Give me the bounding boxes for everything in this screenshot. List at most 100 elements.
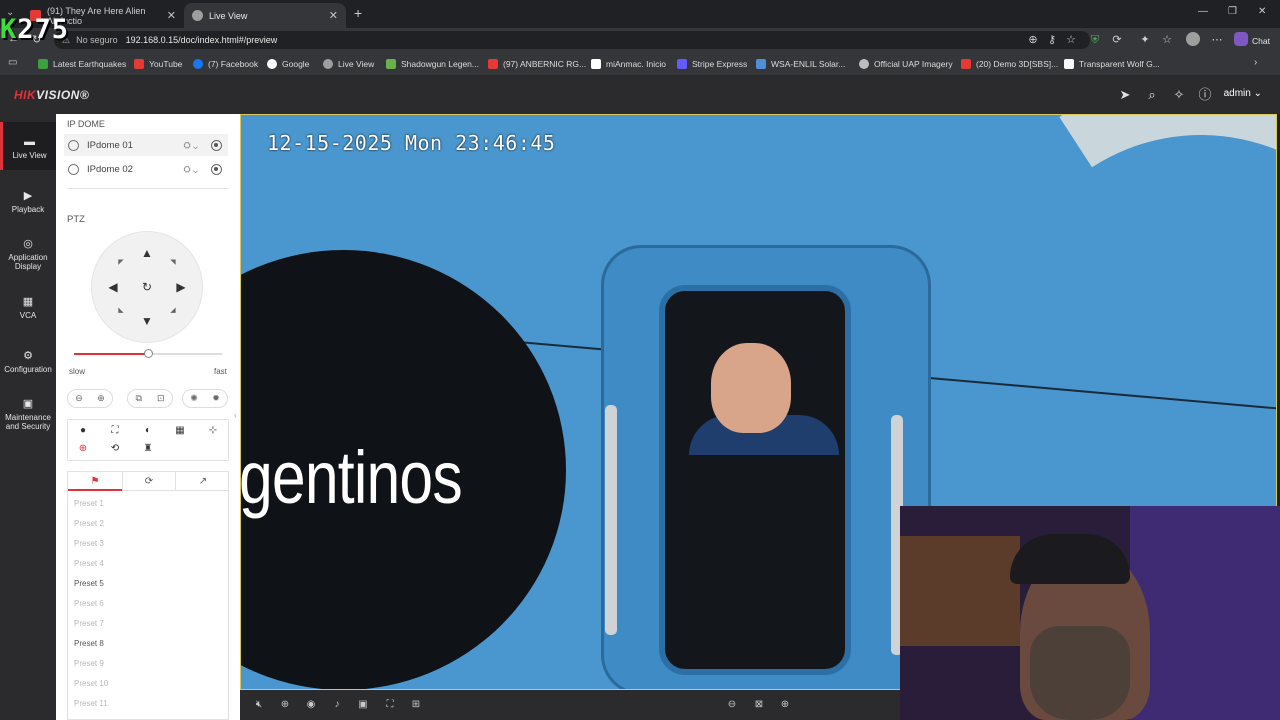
fullscreen-icon[interactable]: ⊞ bbox=[409, 698, 423, 712]
zoom-area-icon[interactable]: ⊕ bbox=[76, 442, 90, 456]
bookmark-item[interactable]: Official UAP Imagery bbox=[859, 57, 953, 71]
menu-icon[interactable]: ⋯ bbox=[1210, 33, 1224, 47]
preset-item[interactable]: Preset 1 bbox=[74, 499, 104, 508]
apps-icon[interactable]: ▭ bbox=[8, 57, 17, 68]
ptz-up-right-button[interactable]: ◥ bbox=[166, 256, 180, 270]
preset-item[interactable]: Preset 8 bbox=[74, 639, 104, 648]
capture-icon[interactable]: ◉ bbox=[304, 698, 318, 712]
one-touch-icon[interactable]: ⟲ bbox=[108, 442, 122, 456]
nav-live-view[interactable]: ▬ Live View bbox=[0, 122, 56, 170]
key-icon[interactable]: ⚷ bbox=[1045, 33, 1059, 47]
ptz-left-button[interactable]: ◀ bbox=[106, 280, 120, 294]
extension-icon[interactable]: ⟳ bbox=[1110, 33, 1124, 47]
minimize-icon[interactable]: — bbox=[1198, 6, 1208, 17]
bookmark-item[interactable]: (20) Demo 3D[SBS]... bbox=[961, 57, 1058, 71]
copilot-icon[interactable] bbox=[1234, 32, 1248, 46]
nav-maintenance[interactable]: ▣ Maintenance and Security bbox=[0, 398, 56, 431]
preset-item[interactable]: Preset 3 bbox=[74, 539, 104, 548]
close-tab-icon[interactable]: ✕ bbox=[167, 9, 176, 22]
3d-positioning-icon[interactable]: ⛶ bbox=[383, 698, 397, 712]
preset-item[interactable]: Preset 7 bbox=[74, 619, 104, 628]
preset-item[interactable]: Preset 2 bbox=[74, 519, 104, 528]
light-icon[interactable]: ● bbox=[76, 424, 90, 438]
grid-icon[interactable]: ▦ bbox=[173, 424, 187, 438]
nav-playback[interactable]: ▶ Playback bbox=[0, 190, 56, 214]
translate-icon[interactable]: ⊕ bbox=[1026, 33, 1040, 47]
tab-presets[interactable]: ⚑ bbox=[68, 472, 122, 491]
zoom-in-icon[interactable]: ⊕ bbox=[97, 393, 105, 404]
camera-item[interactable]: IPdome 01 ⛭ ⌄ bbox=[64, 134, 228, 156]
more-bookmarks-icon[interactable]: › bbox=[1254, 57, 1257, 68]
stop-all-icon[interactable]: ⊠ bbox=[752, 698, 766, 712]
region-focus-icon[interactable]: ⛶ bbox=[108, 424, 122, 438]
mute-icon[interactable]: 🔇︎ bbox=[252, 698, 266, 712]
puzzle-icon[interactable]: ✦ bbox=[1138, 33, 1152, 47]
preset-item[interactable]: Preset 11 bbox=[74, 699, 108, 708]
bookmark-item[interactable]: Google bbox=[267, 57, 309, 71]
bookmark-item[interactable]: WSA-ENLIL Solar... bbox=[756, 57, 845, 71]
iris-open-icon[interactable]: ✹ bbox=[212, 393, 220, 404]
profile-avatar[interactable] bbox=[1186, 32, 1200, 46]
user-menu[interactable]: admin ⌄ bbox=[1224, 88, 1262, 99]
url-bar[interactable]: ⚠ No seguro 192.168.0.15/doc/index.html#… bbox=[54, 31, 1090, 49]
ptz-up-left-button[interactable]: ◤ bbox=[114, 256, 128, 270]
chat-label[interactable]: Chat bbox=[1252, 36, 1270, 46]
bookmark-star-icon[interactable]: ☆ bbox=[1064, 33, 1078, 47]
zoom-out-icon[interactable]: ⊖ bbox=[75, 393, 83, 404]
park-icon[interactable]: ♜ bbox=[141, 442, 155, 456]
tracking-icon[interactable]: ⊹ bbox=[206, 424, 220, 438]
tab-pattern[interactable]: ↗ bbox=[176, 472, 228, 491]
bookmark-item[interactable]: YouTube bbox=[134, 57, 182, 71]
shield-icon[interactable]: ⛨ bbox=[1088, 33, 1102, 47]
close-tab-icon[interactable]: ✕ bbox=[329, 9, 338, 22]
focus-near-icon[interactable]: ⧉ bbox=[136, 393, 142, 404]
tab-live-view[interactable]: Live View ✕ bbox=[184, 3, 346, 28]
bookmark-item[interactable]: Stripe Express bbox=[677, 57, 747, 71]
bookmark-item[interactable]: Live View bbox=[323, 57, 374, 71]
ptz-down-right-button[interactable]: ◢ bbox=[166, 304, 180, 318]
bookmark-item[interactable]: Shadowgun Legen... bbox=[386, 57, 479, 71]
stream-settings-icon[interactable]: ⛭ ⌄ bbox=[183, 140, 198, 151]
preset-item[interactable]: Preset 5 bbox=[74, 579, 104, 588]
speed-slider[interactable] bbox=[74, 349, 222, 358]
ptz-up-button[interactable]: ▲ bbox=[140, 246, 154, 260]
bookmark-item[interactable]: Transparent Wolf G... bbox=[1064, 57, 1160, 71]
send-icon[interactable]: ➤ bbox=[1117, 87, 1133, 103]
nav-configuration[interactable]: ⚙ Configuration bbox=[0, 350, 56, 374]
wiper-icon[interactable]: ◐ bbox=[141, 424, 155, 438]
preset-item[interactable]: Preset 9 bbox=[74, 659, 104, 668]
record-clip-icon[interactable]: ▣ bbox=[356, 698, 370, 712]
nav-application-display[interactable]: ◎ Application Display bbox=[0, 238, 56, 271]
camera-item[interactable]: IPdome 02 ⛭ ⌄ bbox=[64, 158, 228, 180]
previous-icon[interactable]: ⊖ bbox=[725, 698, 739, 712]
search-icon[interactable]: ⌕ bbox=[1144, 87, 1160, 103]
new-tab-icon[interactable]: + bbox=[354, 5, 362, 21]
bookmark-item[interactable]: Latest Earthquakes bbox=[38, 57, 126, 71]
ptz-down-left-button[interactable]: ◣ bbox=[114, 304, 128, 318]
tools-icon[interactable]: ✧ bbox=[1171, 87, 1187, 103]
collapse-panel-icon[interactable]: ‹ bbox=[234, 410, 237, 420]
iris-close-icon[interactable]: ✺ bbox=[190, 393, 198, 404]
tab-patrols[interactable]: ⟳ bbox=[122, 472, 176, 491]
next-icon[interactable]: ⊕ bbox=[778, 698, 792, 712]
info-icon[interactable]: ⓘ bbox=[1197, 87, 1213, 103]
bookmark-item[interactable]: (97) ANBERNIC RG... bbox=[488, 57, 586, 71]
bookmark-item[interactable]: miAnmac. Inicio bbox=[591, 57, 666, 71]
stream-settings-icon[interactable]: ⛭ ⌄ bbox=[183, 164, 198, 175]
preset-item[interactable]: Preset 10 bbox=[74, 679, 108, 688]
record-icon[interactable] bbox=[211, 139, 222, 151]
preset-item[interactable]: Preset 6 bbox=[74, 599, 104, 608]
ptz-right-button[interactable]: ▶ bbox=[174, 280, 188, 294]
speed-slider-handle[interactable] bbox=[144, 349, 153, 358]
window-close-icon[interactable]: ✕ bbox=[1258, 6, 1266, 17]
record-icon[interactable] bbox=[211, 163, 222, 175]
ptz-down-button[interactable]: ▼ bbox=[140, 314, 154, 328]
nav-vca[interactable]: ▦ VCA bbox=[0, 296, 56, 320]
ptz-auto-button[interactable]: ↻ bbox=[140, 280, 154, 294]
microphone-icon[interactable]: ♪ bbox=[330, 698, 344, 712]
favorites-icon[interactable]: ☆ bbox=[1160, 33, 1174, 47]
digital-zoom-icon[interactable]: ⊕ bbox=[278, 698, 292, 712]
maximize-icon[interactable]: ❐ bbox=[1228, 6, 1237, 17]
preset-item[interactable]: Preset 4 bbox=[74, 559, 104, 568]
focus-far-icon[interactable]: ⊡ bbox=[157, 393, 165, 404]
